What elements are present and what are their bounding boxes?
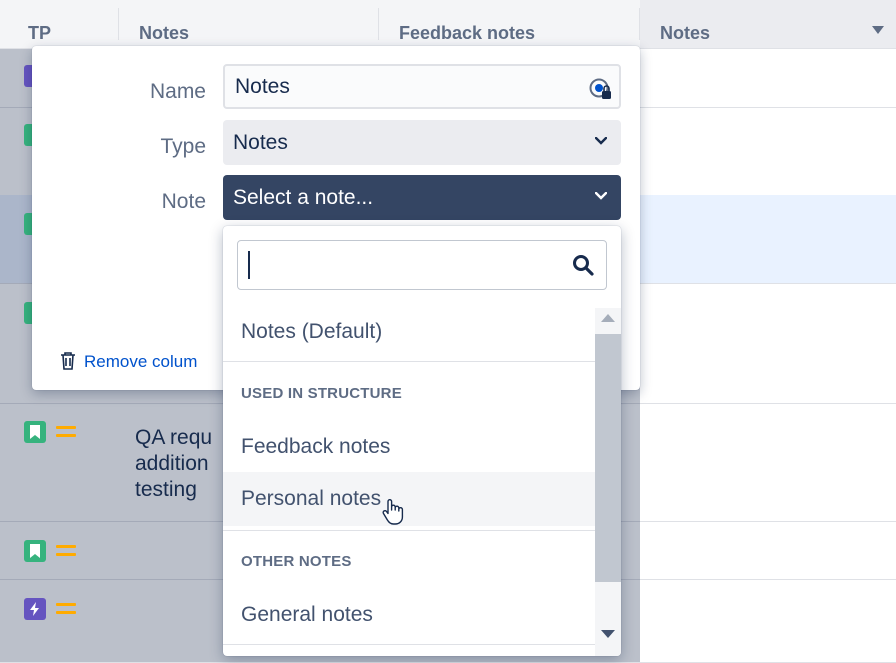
column-divider[interactable] bbox=[118, 8, 119, 40]
row-note-text[interactable]: QA requ addition testing bbox=[135, 425, 212, 503]
column-divider[interactable] bbox=[378, 8, 379, 40]
note-label: Note bbox=[161, 190, 206, 213]
name-label: Name bbox=[149, 80, 206, 103]
dropdown-group-heading: USED IN STRUCTURE bbox=[241, 385, 402, 402]
dropdown-separator bbox=[223, 530, 595, 531]
column-header: TP Notes Feedback notes Notes bbox=[0, 0, 896, 49]
text-cursor bbox=[248, 251, 250, 279]
type-label: Type bbox=[160, 135, 206, 158]
dropdown-group-heading: OTHER NOTES bbox=[241, 553, 352, 570]
scroll-down-arrow-icon[interactable] bbox=[601, 630, 615, 638]
dropdown-option-notes-default[interactable]: Notes (Default) bbox=[223, 305, 595, 359]
dropdown-scrollbar-thumb[interactable] bbox=[595, 334, 621, 582]
lock-icon[interactable] bbox=[589, 74, 613, 99]
trash-icon bbox=[61, 352, 75, 370]
type-select[interactable]: Notes bbox=[223, 120, 621, 165]
column-header-tp[interactable]: TP bbox=[28, 0, 118, 48]
dropdown-option-feedback-notes[interactable]: Feedback notes bbox=[223, 420, 595, 474]
remove-column-link[interactable]: Remove colum bbox=[60, 352, 197, 372]
column-header-notes[interactable]: Notes bbox=[139, 0, 379, 48]
hand-pointer-cursor-icon bbox=[382, 499, 404, 525]
note-select[interactable]: Select a note... bbox=[223, 175, 621, 220]
dropdown-separator bbox=[223, 361, 595, 362]
priority-medium-icon bbox=[56, 426, 76, 438]
scroll-up-arrow-icon[interactable] bbox=[601, 314, 615, 322]
chevron-down-icon bbox=[595, 192, 607, 200]
name-field[interactable]: Notes bbox=[223, 64, 621, 109]
dropdown-option-general-notes[interactable]: General notes bbox=[223, 588, 595, 642]
dropdown-option-personal-notes[interactable]: Personal notes bbox=[223, 472, 595, 526]
priority-medium-icon bbox=[56, 545, 76, 557]
search-icon bbox=[573, 255, 594, 276]
column-menu-caret-icon[interactable] bbox=[872, 26, 884, 34]
column-header-notes-active[interactable]: Notes bbox=[640, 0, 896, 48]
column-header-feedback-notes[interactable]: Feedback notes bbox=[399, 0, 639, 48]
chevron-down-icon bbox=[595, 137, 607, 145]
dropdown-separator bbox=[223, 644, 595, 645]
type-value: Notes bbox=[233, 131, 288, 154]
priority-medium-icon bbox=[56, 603, 76, 615]
note-placeholder: Select a note... bbox=[233, 186, 374, 209]
name-value: Notes bbox=[235, 75, 290, 98]
bookmark-icon bbox=[24, 421, 46, 443]
bookmark-icon bbox=[24, 540, 46, 562]
note-dropdown-menu: Notes (Default) USED IN STRUCTURE Feedba… bbox=[223, 226, 621, 656]
lightning-icon bbox=[24, 598, 46, 620]
note-search-input[interactable] bbox=[237, 240, 607, 290]
